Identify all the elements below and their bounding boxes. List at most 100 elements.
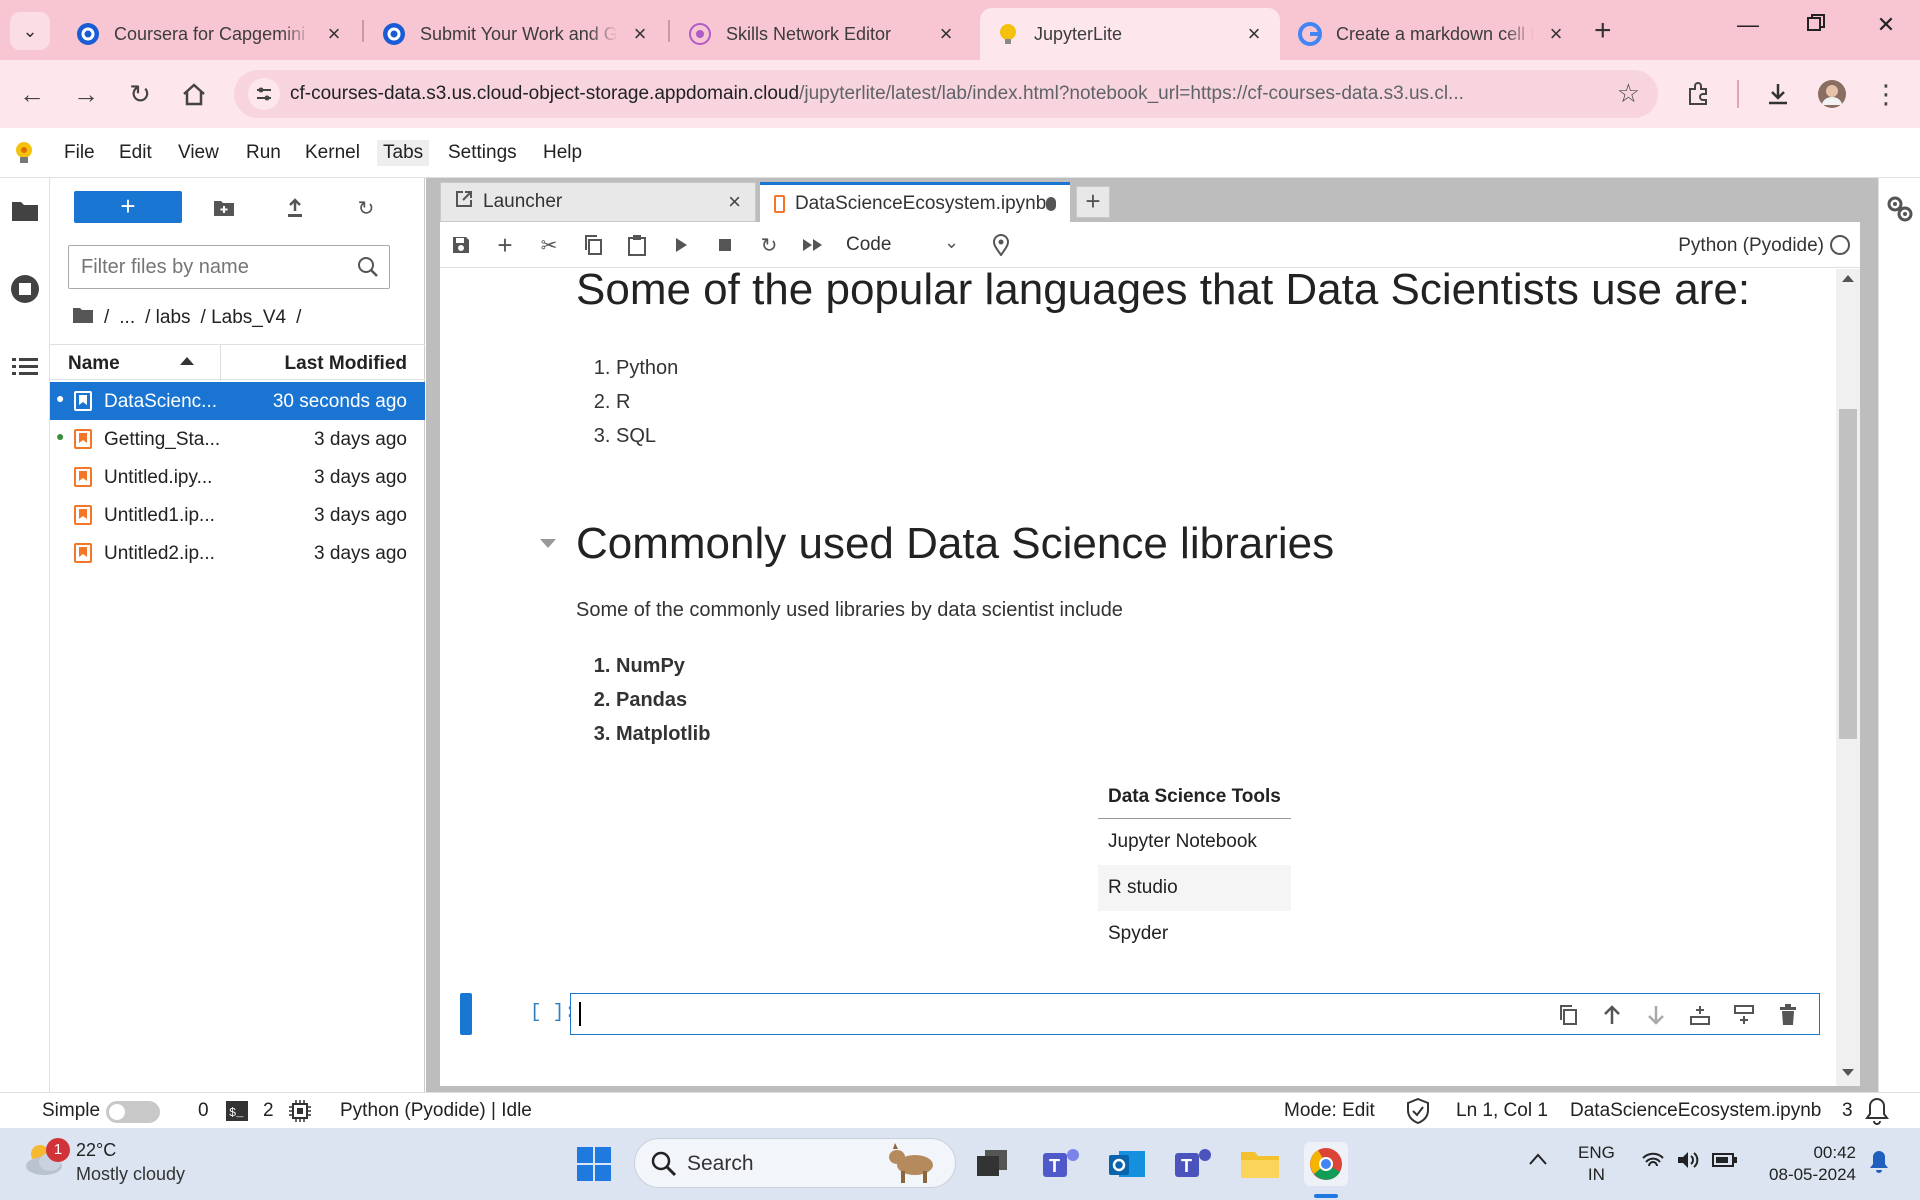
reload-icon[interactable]: ↻	[124, 78, 156, 110]
site-info-icon[interactable]	[248, 78, 280, 110]
insert-above-icon[interactable]	[1687, 1002, 1713, 1028]
outlook-icon[interactable]	[1106, 1142, 1150, 1186]
folder-home-icon[interactable]	[72, 306, 94, 330]
move-up-icon[interactable]	[1599, 1002, 1625, 1028]
property-inspector-icon[interactable]	[1885, 194, 1915, 229]
notebook-scrollbar[interactable]	[1836, 269, 1860, 1086]
more-menu-icon[interactable]: ⋮	[1870, 78, 1902, 110]
cut-icon[interactable]: ✂	[536, 232, 562, 258]
menu-settings[interactable]: Settings	[446, 142, 519, 164]
close-icon[interactable]: ×	[1244, 23, 1264, 45]
simple-mode-toggle[interactable]	[106, 1101, 160, 1123]
window-close-icon[interactable]: ✕	[1866, 12, 1906, 38]
browser-tab-coursera-2[interactable]: Submit Your Work and Gr ×	[366, 8, 666, 60]
browser-tab-coursera-1[interactable]: Coursera for Capgemini | ×	[60, 8, 360, 60]
extensions-icon[interactable]	[1682, 78, 1714, 110]
menu-file[interactable]: File	[62, 142, 97, 164]
menu-tabs[interactable]: Tabs	[377, 140, 430, 166]
insert-cell-icon[interactable]: +	[492, 230, 518, 260]
table-of-contents-icon[interactable]	[8, 350, 42, 384]
file-row[interactable]: ● Getting_Sta... 3 days ago	[50, 420, 425, 458]
bookmark-star-icon[interactable]: ☆	[1617, 78, 1640, 109]
run-icon[interactable]	[668, 232, 694, 258]
active-cell-indicator[interactable]	[460, 993, 472, 1035]
breadcrumb-ellipsis[interactable]: ...	[119, 307, 135, 329]
forward-icon[interactable]: →	[70, 78, 102, 110]
debugger-icon[interactable]	[988, 232, 1014, 258]
breadcrumb-root[interactable]: /	[104, 307, 109, 329]
file-row[interactable]: Untitled2.ip... 3 days ago	[50, 534, 425, 572]
windows-start-icon[interactable]	[572, 1142, 616, 1186]
kernel-count[interactable]: 2	[263, 1100, 274, 1122]
browser-tab-google[interactable]: Create a markdown cell f ×	[1282, 8, 1582, 60]
chevron-down-icon[interactable]: ⌄	[944, 232, 959, 253]
notifications-bell-icon[interactable]	[1868, 1150, 1890, 1180]
file-filter-input[interactable]	[81, 256, 341, 279]
new-launcher-button[interactable]: +	[74, 191, 182, 223]
new-tab-button[interactable]: +	[1594, 14, 1612, 48]
file-filter-field[interactable]	[68, 245, 390, 289]
show-hidden-icons[interactable]	[1528, 1150, 1548, 1172]
kernel-status[interactable]: Python (Pyodide) | Idle	[340, 1100, 532, 1122]
file-explorer-icon[interactable]	[1238, 1142, 1282, 1186]
close-icon[interactable]: ×	[1546, 23, 1566, 45]
browser-tab-jupyterlite[interactable]: JupyterLite ×	[980, 8, 1280, 60]
trusted-shield-icon[interactable]	[1406, 1097, 1430, 1130]
task-view-icon[interactable]	[970, 1142, 1014, 1186]
battery-icon[interactable]	[1712, 1152, 1738, 1174]
breadcrumb-labs[interactable]: / labs	[145, 307, 190, 329]
download-icon[interactable]	[1762, 78, 1794, 110]
home-icon[interactable]	[178, 78, 210, 110]
column-name[interactable]: Name	[68, 353, 120, 375]
tab-notebook[interactable]: DataScienceEcosystem.ipynb	[760, 182, 1070, 222]
cursor-position[interactable]: Ln 1, Col 1	[1456, 1100, 1548, 1122]
menu-run[interactable]: Run	[244, 142, 283, 164]
code-cell-editor[interactable]	[570, 993, 1820, 1035]
delete-cell-icon[interactable]	[1775, 1002, 1801, 1028]
collapse-heading-icon[interactable]	[540, 539, 556, 548]
refresh-icon[interactable]: ↻	[352, 194, 380, 222]
add-tab-button[interactable]: +	[1076, 186, 1110, 218]
bell-icon[interactable]	[1864, 1097, 1890, 1131]
tab-search-button[interactable]: ⌄	[10, 12, 50, 50]
file-row[interactable]: Untitled.ipy... 3 days ago	[50, 458, 425, 496]
upload-icon[interactable]	[281, 194, 309, 222]
paste-icon[interactable]	[624, 232, 650, 258]
wifi-icon[interactable]	[1642, 1152, 1664, 1176]
menu-help[interactable]: Help	[541, 142, 584, 164]
move-down-icon[interactable]	[1643, 1002, 1669, 1028]
chrome-icon[interactable]	[1304, 1142, 1348, 1186]
language-indicator[interactable]: ENG IN	[1578, 1142, 1615, 1186]
address-bar[interactable]: cf-courses-data.s3.us.cloud-object-stora…	[234, 70, 1658, 118]
unsaved-indicator[interactable]	[1046, 196, 1056, 211]
running-sessions-icon[interactable]	[8, 272, 42, 306]
breadcrumb-labs-v4[interactable]: / Labs_V4	[201, 307, 287, 329]
file-row[interactable]: Untitled1.ip... 3 days ago	[50, 496, 425, 534]
restore-icon[interactable]	[1796, 12, 1836, 38]
scrollbar-thumb[interactable]	[1839, 409, 1857, 739]
weather-widget[interactable]: 1 22°C Mostly cloudy	[20, 1138, 185, 1184]
column-last-modified[interactable]: Last Modified	[285, 353, 407, 375]
column-divider[interactable]	[220, 345, 221, 381]
taskbar-search[interactable]: Search	[634, 1138, 956, 1188]
menu-edit[interactable]: Edit	[117, 142, 154, 164]
profile-avatar[interactable]	[1816, 78, 1848, 110]
menu-kernel[interactable]: Kernel	[303, 142, 362, 164]
restart-icon[interactable]: ↻	[756, 232, 782, 258]
new-folder-icon[interactable]	[210, 194, 238, 222]
duplicate-cell-icon[interactable]	[1555, 1002, 1581, 1028]
menu-view[interactable]: View	[176, 142, 221, 164]
kernel-name[interactable]: Python (Pyodide)	[1678, 235, 1824, 257]
close-icon[interactable]: ×	[728, 189, 741, 215]
back-icon[interactable]: ←	[16, 78, 48, 110]
clock[interactable]: 00:42 08-05-2024	[1760, 1142, 1856, 1186]
teams-icon[interactable]: T	[1040, 1142, 1084, 1186]
close-icon[interactable]: ×	[324, 23, 344, 45]
teams-work-icon[interactable]: T	[1172, 1142, 1216, 1186]
volume-icon[interactable]	[1676, 1150, 1700, 1176]
run-all-icon[interactable]	[800, 232, 826, 258]
scroll-down-icon[interactable]	[1842, 1069, 1854, 1076]
notification-count[interactable]: 3	[1842, 1100, 1853, 1122]
tab-launcher[interactable]: Launcher ×	[440, 182, 756, 222]
terminal-count[interactable]: 0	[198, 1100, 209, 1122]
